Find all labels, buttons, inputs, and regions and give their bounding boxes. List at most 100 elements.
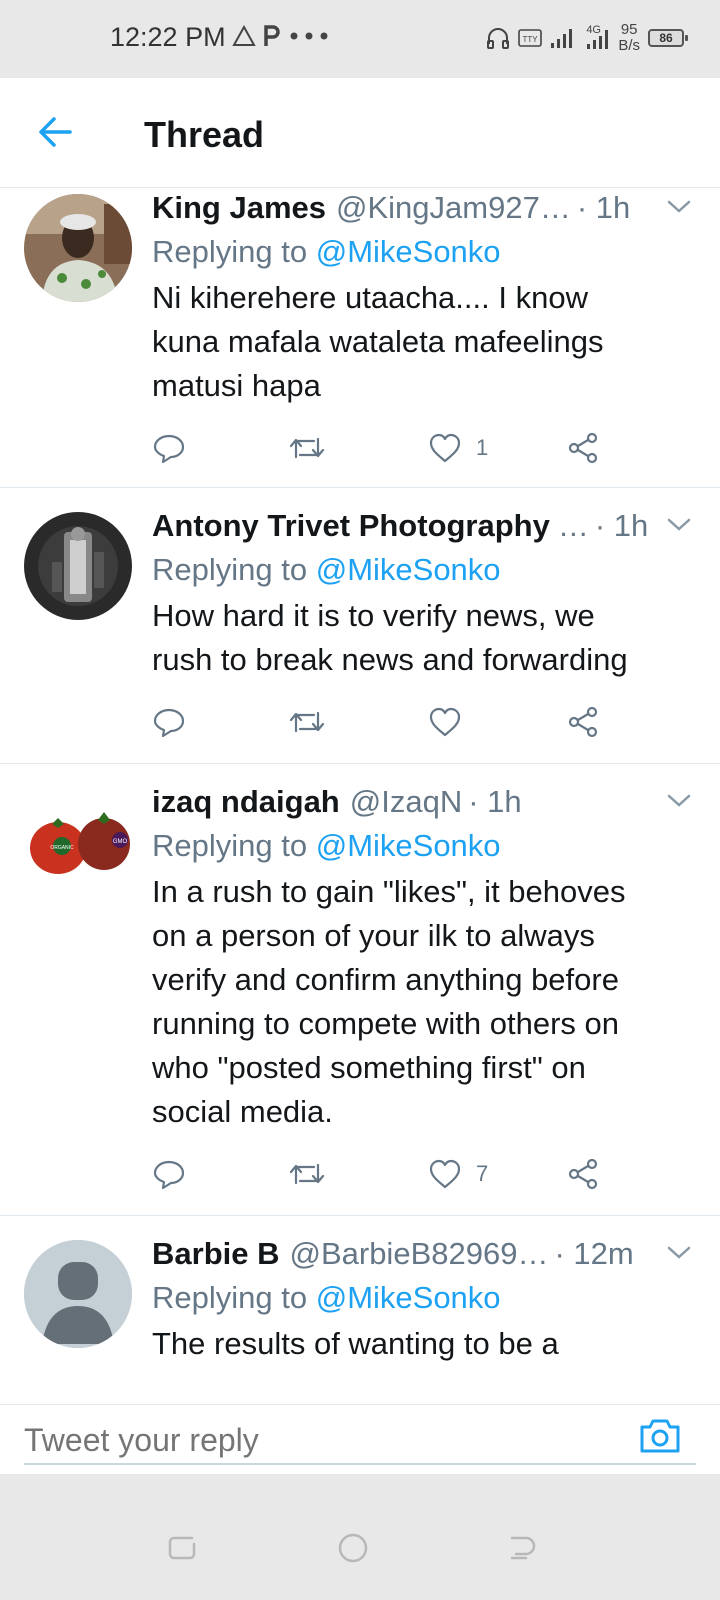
avatar-image <box>24 194 132 302</box>
network-type-icon: 4G <box>584 24 610 50</box>
author-handle: @IzaqN <box>349 784 463 819</box>
parking-icon <box>264 25 280 46</box>
recent-apps-icon[interactable] <box>166 1532 198 1564</box>
tweet-text: How hard it is to verify news, we rush t… <box>152 594 700 682</box>
share-button[interactable] <box>566 428 600 468</box>
avatar[interactable]: ORGANIC GMO <box>24 788 132 896</box>
tweet-text-line: kuna mafala wataleta mafeelings <box>152 324 604 359</box>
back-arrow-icon[interactable] <box>34 110 78 154</box>
reply-input[interactable] <box>24 1405 696 1465</box>
tweet-text-line: In a rush to gain "likes", it behoves <box>152 874 626 909</box>
tweet-item[interactable]: ORGANIC GMO izaq ndaigah @IzaqN · 1h Rep… <box>0 764 720 1216</box>
replying-to: Replying to @MikeSonko <box>152 548 700 592</box>
like-button[interactable]: 1 <box>428 428 488 468</box>
share-icon <box>568 432 598 464</box>
signal-icon-2 <box>587 30 609 49</box>
tweet-item[interactable]: Barbie B @BarbieB82969… · 12m Replying t… <box>0 1216 720 1404</box>
battery-icon: 86 <box>648 29 688 47</box>
headphones-icon <box>487 28 510 49</box>
tweet-text-line: How hard it is to verify news, we <box>152 598 595 633</box>
retweet-button[interactable] <box>288 1154 326 1194</box>
like-icon <box>429 707 461 737</box>
net-speed-value: 95 <box>620 21 638 38</box>
mention-link[interactable]: @MikeSonko <box>316 828 501 863</box>
author-name[interactable]: izaq ndaigah <box>152 782 340 822</box>
tweet-text-line: running to compete with others on <box>152 1006 619 1041</box>
mention-link[interactable]: @MikeSonko <box>316 1280 501 1315</box>
tweet-text: The results of wanting to be a <box>152 1322 700 1366</box>
default-avatar-icon <box>24 1240 132 1348</box>
avatar-label: GMO <box>113 839 128 845</box>
author-handle: … <box>557 508 589 543</box>
author-name[interactable]: Barbie B <box>152 1234 279 1274</box>
replying-prefix: Replying to <box>152 1280 308 1315</box>
tweet-text-line: The results of wanting to be a <box>152 1326 559 1361</box>
tweet-item[interactable]: Antony Trivet Photography … · 1h Replyin… <box>0 488 720 764</box>
replying-prefix: Replying to <box>152 552 308 587</box>
status-time: 12:22 PM <box>110 22 226 52</box>
replying-to: Replying to @MikeSonko <box>152 1276 700 1320</box>
back-nav-icon[interactable] <box>506 1532 538 1564</box>
net-speed-unit: B/s <box>618 37 640 54</box>
author-handle: @KingJam927… <box>336 190 571 225</box>
chevron-down-icon[interactable] <box>666 790 692 810</box>
author-name[interactable]: Antony Trivet Photography <box>152 506 550 546</box>
replying-prefix: Replying to <box>152 828 308 863</box>
tweet-header: izaq ndaigah @IzaqN · 1h <box>152 782 700 822</box>
reply-icon <box>153 434 185 464</box>
tweet-actions: 7 <box>152 1154 632 1194</box>
status-notification-icons <box>232 24 332 48</box>
tweet-text-line: rush to break news and forwarding <box>152 642 628 677</box>
reply-button[interactable] <box>152 1154 186 1194</box>
avatar-image <box>24 512 132 620</box>
reply-bar <box>0 1404 720 1474</box>
like-icon <box>429 433 461 463</box>
chevron-down-icon[interactable] <box>666 514 692 534</box>
thread-list: King James @KingJam927… · 1h Replying to… <box>0 188 720 1404</box>
chevron-down-icon[interactable] <box>666 1242 692 1262</box>
chevron-down-icon[interactable] <box>666 196 692 216</box>
tweet-item[interactable]: King James @KingJam927… · 1h Replying to… <box>0 188 720 488</box>
mention-link[interactable]: @MikeSonko <box>316 234 501 269</box>
camera-icon[interactable] <box>638 1415 682 1455</box>
avatar-image: ORGANIC GMO <box>24 788 132 896</box>
like-icon <box>429 1159 461 1189</box>
replying-to: Replying to @MikeSonko <box>152 230 700 274</box>
tweet-actions: 1 <box>152 428 632 468</box>
reply-icon <box>153 1160 185 1190</box>
page-title: Thread <box>144 114 265 155</box>
tweet-header: Antony Trivet Photography … · 1h <box>152 506 700 546</box>
tty-icon: TTY <box>518 29 543 47</box>
like-count: 1 <box>476 435 489 460</box>
like-button[interactable]: 7 <box>428 1154 488 1194</box>
tweet-actions <box>152 702 632 742</box>
retweet-button[interactable] <box>288 428 326 468</box>
status-bar: 12:22 PM TTY 4G 95 B/s 86 <box>0 0 720 78</box>
avatar[interactable] <box>24 194 132 302</box>
avatar[interactable] <box>24 512 132 620</box>
share-icon <box>568 706 598 738</box>
tweet-time: · 1h <box>576 190 631 225</box>
mention-link[interactable]: @MikeSonko <box>316 552 501 587</box>
retweet-button[interactable] <box>288 702 326 742</box>
share-button[interactable] <box>566 702 600 742</box>
reply-button[interactable] <box>152 428 186 468</box>
avatar-label: ORGANIC <box>50 845 74 851</box>
share-button[interactable] <box>566 1154 600 1194</box>
retweet-icon <box>289 1163 325 1185</box>
replying-to: Replying to @MikeSonko <box>152 824 700 868</box>
more-dots-icon <box>290 32 328 40</box>
tweet-text: In a rush to gain "likes", it behoves on… <box>152 870 700 1134</box>
tweet-time: · 1h <box>594 508 649 543</box>
app-header: Thread <box>0 78 720 188</box>
tweet-text-line: on a person of your ilk to always <box>152 918 595 953</box>
like-button[interactable] <box>428 702 476 742</box>
like-count: 7 <box>476 1161 489 1186</box>
svg-text:TTY: TTY <box>523 35 539 44</box>
home-icon[interactable] <box>337 1532 369 1564</box>
avatar[interactable] <box>24 1240 132 1348</box>
signal-icon <box>551 29 573 48</box>
reply-button[interactable] <box>152 702 186 742</box>
tweet-time: · 12m <box>554 1236 634 1271</box>
author-name[interactable]: King James <box>152 188 326 228</box>
